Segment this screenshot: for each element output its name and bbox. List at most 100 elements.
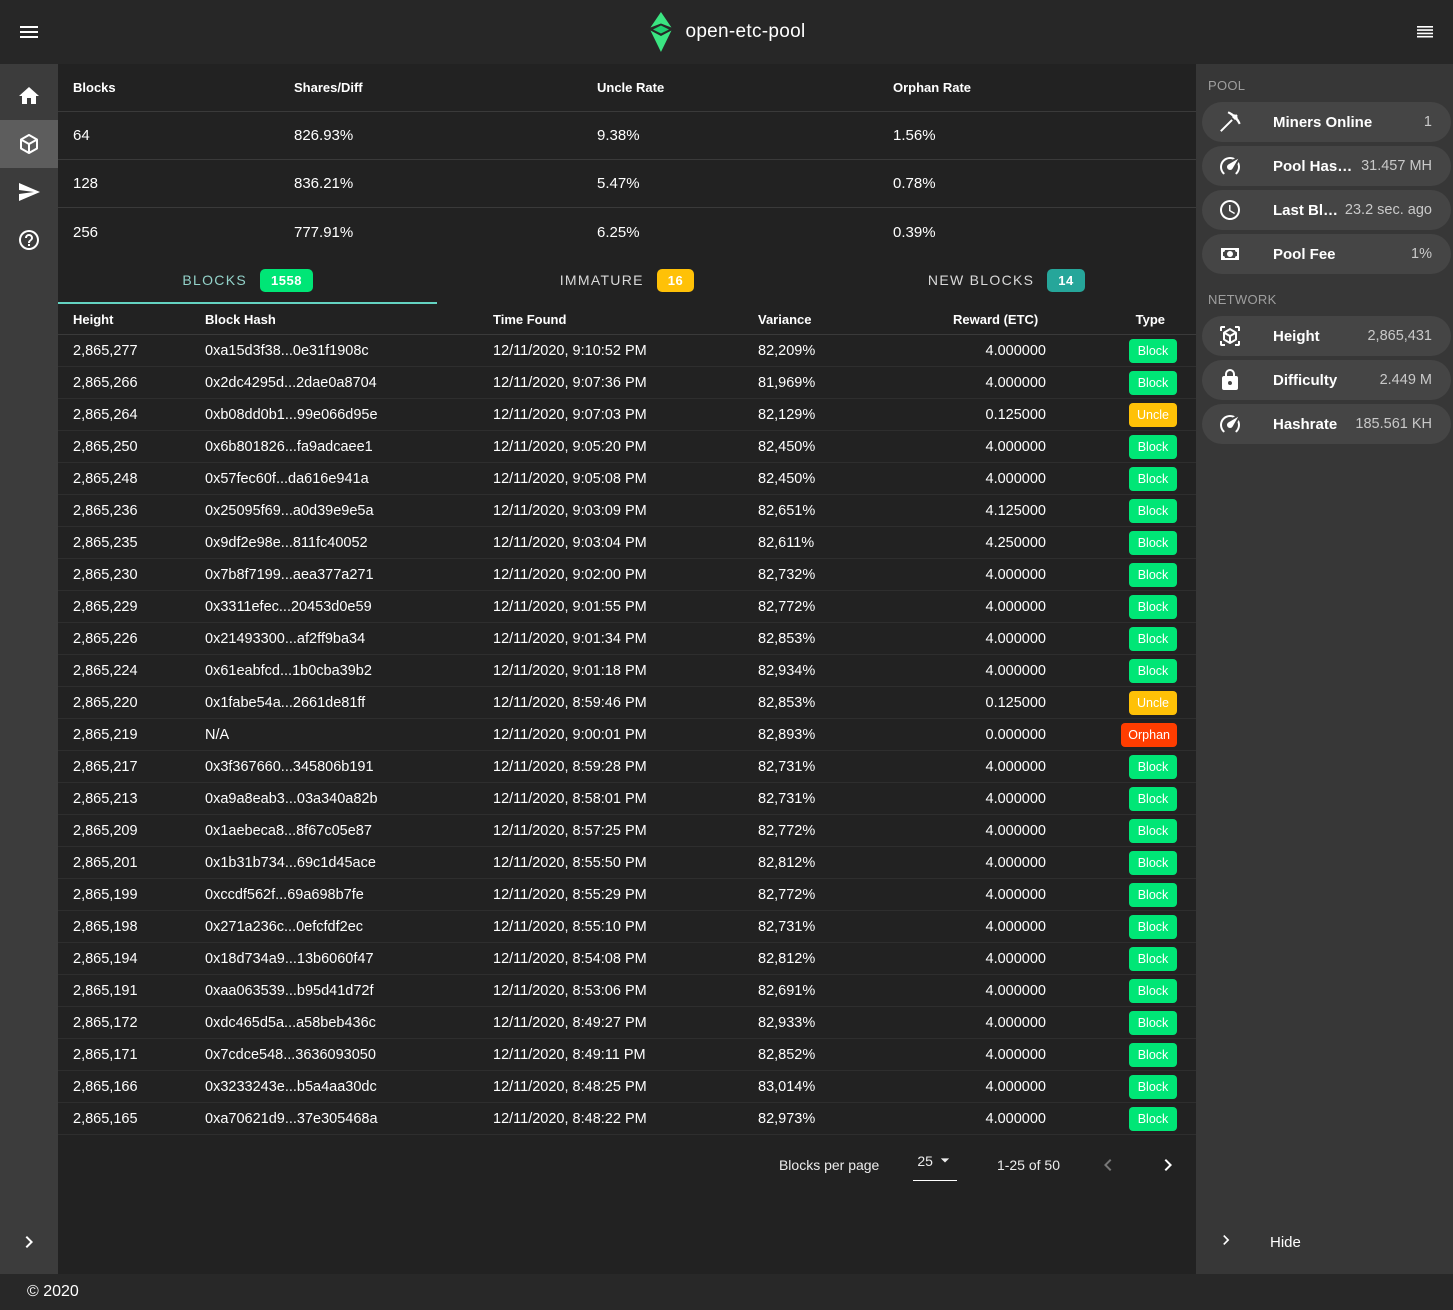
variance-cell: 82,772% [758, 887, 953, 903]
variance-cell: 82,450% [758, 439, 953, 455]
variance-cell: 82,852% [758, 1047, 953, 1063]
sidebar-item-payments[interactable] [0, 168, 58, 216]
hash-cell: 0x7b8f7199...aea377a271 [205, 567, 493, 583]
type-badge: Block [1129, 915, 1177, 939]
stats-cell: 826.93% [294, 127, 597, 144]
stats-cell: 777.91% [294, 224, 597, 241]
type-cell: Block [1046, 627, 1196, 651]
reward-cell: 4.250000 [953, 535, 1046, 551]
prev-page-button[interactable] [1096, 1153, 1120, 1177]
type-cell: Block [1046, 499, 1196, 523]
variance-cell: 82,731% [758, 791, 953, 807]
tab-count-badge: 1558 [260, 269, 313, 292]
variance-cell: 82,772% [758, 599, 953, 615]
next-page-button[interactable] [1156, 1153, 1180, 1177]
variance-cell: 82,853% [758, 695, 953, 711]
col-header-variance: Variance [758, 312, 953, 327]
lock-icon [1218, 368, 1242, 392]
variance-cell: 82,934% [758, 663, 953, 679]
blocks-table: Height Block Hash Time Found Variance Re… [58, 304, 1196, 1135]
hash-cell: 0x7cdce548...3636093050 [205, 1047, 493, 1063]
col-header-height: Height [73, 312, 205, 327]
variance-cell: 82,893% [758, 727, 953, 743]
type-cell: Uncle [1046, 691, 1196, 715]
variance-cell: 82,731% [758, 759, 953, 775]
hash-cell: 0xdc465d5a...a58beb436c [205, 1015, 493, 1031]
time-cell: 12/11/2020, 9:01:55 PM [493, 599, 758, 615]
time-cell: 12/11/2020, 8:59:28 PM [493, 759, 758, 775]
stats-header: Blocks [73, 80, 294, 95]
four-bar-menu-icon [1413, 20, 1437, 44]
stat-value: 23.2 sec. ago [1341, 202, 1432, 218]
variance-cell: 82,129% [758, 407, 953, 423]
type-cell: Block [1046, 883, 1196, 907]
type-cell: Block [1046, 339, 1196, 363]
time-cell: 12/11/2020, 8:48:25 PM [493, 1079, 758, 1095]
reward-cell: 0.125000 [953, 407, 1046, 423]
stats-cell: 6.25% [597, 224, 893, 241]
hide-sidebar-button[interactable]: Hide [1196, 1222, 1453, 1262]
help-icon [17, 228, 41, 252]
home-icon [17, 84, 41, 108]
variance-cell: 82,973% [758, 1111, 953, 1127]
sidebar-item-help[interactable] [0, 216, 58, 264]
type-badge: Block [1129, 1075, 1177, 1099]
sidebar-item-home[interactable] [0, 72, 58, 120]
stat-item-pool-hashrate: Pool Hashrate31.457 MH [1202, 146, 1451, 186]
hash-cell: 0xb08dd0b1...99e066d95e [205, 407, 493, 423]
type-cell: Block [1046, 979, 1196, 1003]
block-row: 2,865,2480x57fec60f...da616e941a12/11/20… [58, 463, 1196, 495]
hash-cell: N/A [205, 727, 493, 743]
type-cell: Block [1046, 531, 1196, 555]
reward-cell: 4.000000 [953, 887, 1046, 903]
stats-cell: 5.47% [597, 175, 893, 192]
clock-icon [1218, 198, 1242, 222]
main-content: Blocks Shares/Diff Uncle Rate Orphan Rat… [58, 64, 1196, 1274]
variance-cell: 82,812% [758, 951, 953, 967]
stat-value: 2.449 M [1376, 372, 1432, 388]
stats-header: Orphan Rate [893, 80, 1196, 95]
per-page-select[interactable]: 25 [913, 1150, 957, 1181]
variance-cell: 81,969% [758, 375, 953, 391]
type-badge: Orphan [1121, 723, 1177, 747]
page-range: 1-25 of 50 [997, 1157, 1060, 1173]
height-cell: 2,865,165 [73, 1111, 205, 1127]
tab-blocks[interactable]: BLOCKS1558 [58, 256, 437, 304]
stat-label: Pool Fee [1273, 246, 1336, 263]
type-badge: Block [1129, 1011, 1177, 1035]
chevron-right-icon [17, 1230, 41, 1254]
type-badge: Block [1129, 947, 1177, 971]
right-menu-icon[interactable] [1413, 20, 1437, 44]
expand-sidebar-button[interactable] [0, 1218, 58, 1266]
height-cell: 2,865,264 [73, 407, 205, 423]
pagination: Blocks per page 25 1-25 of 50 [58, 1143, 1196, 1187]
height-cell: 2,865,191 [73, 983, 205, 999]
time-cell: 12/11/2020, 9:07:03 PM [493, 407, 758, 423]
type-badge: Uncle [1129, 403, 1177, 427]
hash-cell: 0x1fabe54a...2661de81ff [205, 695, 493, 711]
variance-cell: 82,651% [758, 503, 953, 519]
reward-cell: 4.000000 [953, 823, 1046, 839]
variance-cell: 82,732% [758, 567, 953, 583]
stats-cell: 836.21% [294, 175, 597, 192]
stats-header: Shares/Diff [294, 80, 597, 95]
reward-cell: 4.000000 [953, 1079, 1046, 1095]
caret-down-icon [935, 1150, 955, 1170]
tab-new-blocks[interactable]: NEW BLOCKS14 [817, 256, 1196, 304]
app-title: open-etc-pool [685, 21, 805, 43]
stats-cell: 256 [73, 224, 294, 241]
hash-cell: 0x61eabfcd...1b0cba39b2 [205, 663, 493, 679]
type-cell: Block [1046, 947, 1196, 971]
height-cell: 2,865,217 [73, 759, 205, 775]
type-badge: Block [1129, 659, 1177, 683]
chevron-right-icon [1216, 1230, 1236, 1254]
sidebar-item-blocks[interactable] [0, 120, 58, 168]
block-row: 2,865,1650xa70621d9...37e305468a12/11/20… [58, 1103, 1196, 1135]
block-row: 2,865,2360x25095f69...a0d39e9e5a12/11/20… [58, 495, 1196, 527]
stat-item-hashrate: Hashrate185.561 KH [1202, 404, 1451, 444]
height-cell: 2,865,166 [73, 1079, 205, 1095]
menu-icon[interactable] [17, 20, 41, 44]
time-cell: 12/11/2020, 9:00:01 PM [493, 727, 758, 743]
tab-immature[interactable]: IMMATURE16 [437, 256, 816, 304]
pickaxe-icon [1218, 110, 1242, 134]
